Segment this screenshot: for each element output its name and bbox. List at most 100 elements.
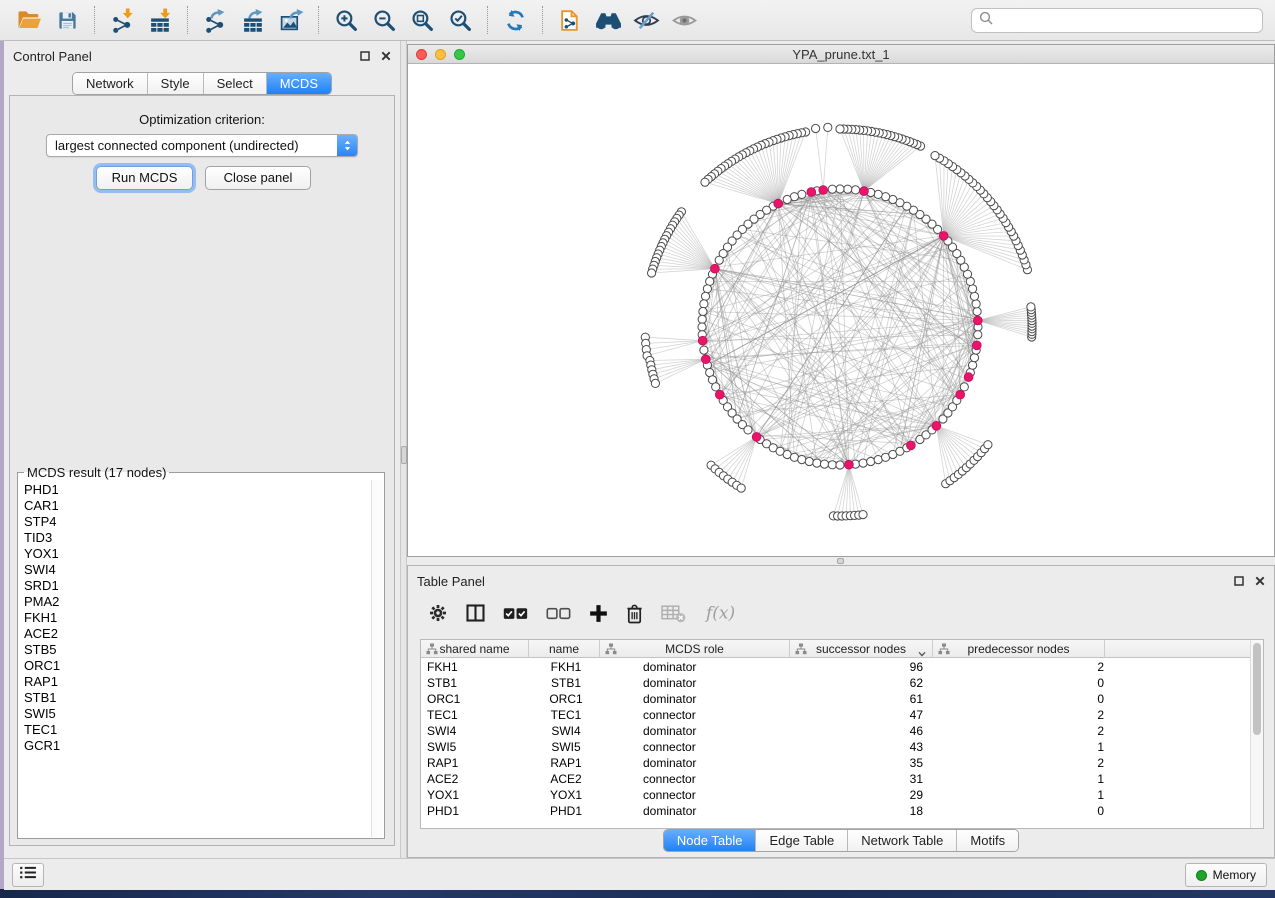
cell-mcds_role[interactable]: dominator: [602, 691, 793, 707]
zoom-out-button[interactable]: [365, 3, 403, 37]
list-item[interactable]: FKH1: [24, 610, 371, 626]
tab-select[interactable]: Select: [203, 73, 266, 94]
list-item[interactable]: YOX1: [24, 546, 371, 562]
column-header-successor-nodes[interactable]: successor nodes: [790, 640, 933, 658]
export-image-button[interactable]: [272, 3, 310, 37]
cell-shared_name[interactable]: SWI5: [421, 739, 530, 755]
cell-name[interactable]: TEC1: [530, 707, 602, 723]
tab-motifs[interactable]: Motifs: [956, 830, 1018, 851]
cell-predecessor_nodes[interactable]: 0: [937, 675, 1110, 691]
cell-shared_name[interactable]: PHD1: [421, 803, 530, 819]
memory-button[interactable]: Memory: [1185, 863, 1267, 887]
table-row[interactable]: SWI5SWI5connector431: [421, 739, 1251, 755]
run-mcds-button[interactable]: Run MCDS: [96, 166, 193, 190]
cell-predecessor_nodes[interactable]: 1: [937, 771, 1110, 787]
list-item[interactable]: STP4: [24, 514, 371, 530]
zoom-in-button[interactable]: [327, 3, 365, 37]
import-network-button[interactable]: [103, 3, 141, 37]
list-item[interactable]: SRD1: [24, 578, 371, 594]
mcds-result-list[interactable]: PHD1CAR1STP4TID3YOX1SWI4SRD1PMA2FKH1ACE2…: [19, 480, 371, 837]
zoom-selected-button[interactable]: [441, 3, 479, 37]
cell-mcds_role[interactable]: connector: [602, 739, 793, 755]
list-item[interactable]: ACE2: [24, 626, 371, 642]
cell-successor_nodes[interactable]: 46: [793, 723, 937, 739]
list-item[interactable]: STB1: [24, 690, 371, 706]
list-item[interactable]: PMA2: [24, 594, 371, 610]
list-item[interactable]: GCR1: [24, 738, 371, 754]
cell-predecessor_nodes[interactable]: 2: [937, 723, 1110, 739]
export-table-button[interactable]: [234, 3, 272, 37]
tab-mcds[interactable]: MCDS: [266, 73, 331, 94]
export-network-button[interactable]: [196, 3, 234, 37]
column-header-MCDS-role[interactable]: MCDS role: [600, 640, 790, 658]
show-all-button[interactable]: [665, 3, 703, 37]
table-row[interactable]: FKH1FKH1dominator962: [421, 659, 1251, 675]
network-search-box[interactable]: [971, 8, 1263, 33]
close-panel-button[interactable]: Close panel: [205, 166, 311, 190]
cell-mcds_role[interactable]: connector: [602, 707, 793, 723]
list-item[interactable]: SWI5: [24, 706, 371, 722]
cell-predecessor_nodes[interactable]: 2: [937, 659, 1110, 675]
list-item[interactable]: ORC1: [24, 658, 371, 674]
list-item[interactable]: PHD1: [24, 482, 371, 498]
float-window-icon[interactable]: [358, 49, 371, 62]
close-panel-icon[interactable]: [1253, 574, 1266, 587]
cell-mcds_role[interactable]: dominator: [602, 803, 793, 819]
cell-mcds_role[interactable]: connector: [602, 787, 793, 803]
cell-successor_nodes[interactable]: 62: [793, 675, 937, 691]
cell-predecessor_nodes[interactable]: 2: [937, 755, 1110, 771]
search-input[interactable]: [998, 13, 1255, 28]
column-layout-button[interactable]: [465, 603, 486, 623]
cell-shared_name[interactable]: SWI4: [421, 723, 530, 739]
hide-selected-button[interactable]: [627, 3, 665, 37]
cell-shared_name[interactable]: YOX1: [421, 787, 530, 803]
status-menu-button[interactable]: [12, 863, 44, 887]
horizontal-splitter[interactable]: [407, 557, 1275, 565]
cell-name[interactable]: PHD1: [530, 803, 602, 819]
cell-shared_name[interactable]: ACE2: [421, 771, 530, 787]
tab-node-table[interactable]: Node Table: [664, 830, 756, 851]
close-panel-icon[interactable]: [379, 49, 392, 62]
table-row[interactable]: ORC1ORC1dominator610: [421, 691, 1251, 707]
column-header-predecessor-nodes[interactable]: predecessor nodes: [933, 640, 1105, 658]
list-item[interactable]: RAP1: [24, 674, 371, 690]
new-network-from-selection-button[interactable]: [551, 3, 589, 37]
table-row[interactable]: ACE2ACE2connector311: [421, 771, 1251, 787]
cell-successor_nodes[interactable]: 35: [793, 755, 937, 771]
refresh-network-button[interactable]: [496, 3, 534, 37]
mcds-list-scrollbar[interactable]: [371, 480, 383, 837]
cell-shared_name[interactable]: STB1: [421, 675, 530, 691]
column-header-name[interactable]: name: [529, 640, 600, 658]
table-row[interactable]: TEC1TEC1connector472: [421, 707, 1251, 723]
cell-successor_nodes[interactable]: 29: [793, 787, 937, 803]
cell-mcds_role[interactable]: connector: [602, 771, 793, 787]
search-network-button[interactable]: [589, 3, 627, 37]
zoom-fit-button[interactable]: [403, 3, 441, 37]
tab-network[interactable]: Network: [73, 73, 147, 94]
list-item[interactable]: TID3: [24, 530, 371, 546]
cell-mcds_role[interactable]: dominator: [602, 723, 793, 739]
add-column-button[interactable]: [589, 604, 608, 623]
cell-name[interactable]: STB1: [530, 675, 602, 691]
cell-predecessor_nodes[interactable]: 0: [937, 691, 1110, 707]
cell-predecessor_nodes[interactable]: 1: [937, 787, 1110, 803]
deselect-all-button[interactable]: [546, 605, 572, 622]
cell-name[interactable]: FKH1: [530, 659, 602, 675]
cell-mcds_role[interactable]: dominator: [602, 675, 793, 691]
table-row[interactable]: SWI4SWI4dominator462: [421, 723, 1251, 739]
cell-predecessor_nodes[interactable]: 0: [937, 803, 1110, 819]
tab-style[interactable]: Style: [147, 73, 203, 94]
list-item[interactable]: TEC1: [24, 722, 371, 738]
delete-column-button[interactable]: [625, 603, 644, 624]
import-table-button[interactable]: [141, 3, 179, 37]
scrollbar-thumb[interactable]: [1253, 643, 1261, 735]
cell-shared_name[interactable]: ORC1: [421, 691, 530, 707]
cell-name[interactable]: RAP1: [530, 755, 602, 771]
table-scrollbar[interactable]: [1250, 640, 1263, 828]
table-row[interactable]: YOX1YOX1connector291: [421, 787, 1251, 803]
cell-mcds_role[interactable]: dominator: [602, 755, 793, 771]
cell-successor_nodes[interactable]: 61: [793, 691, 937, 707]
cell-successor_nodes[interactable]: 96: [793, 659, 937, 675]
cell-successor_nodes[interactable]: 31: [793, 771, 937, 787]
cell-name[interactable]: ACE2: [530, 771, 602, 787]
